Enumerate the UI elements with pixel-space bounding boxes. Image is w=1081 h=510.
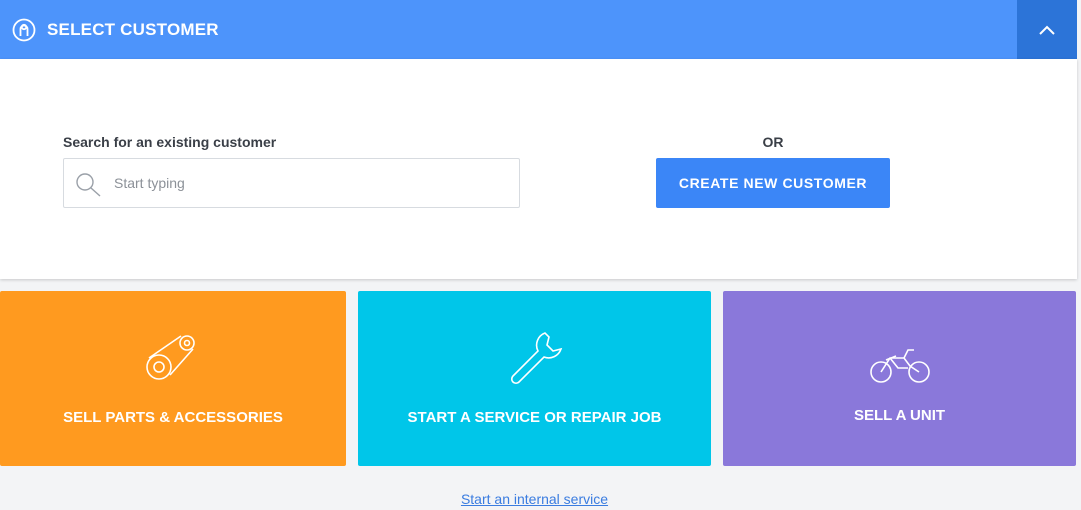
tile-label: SELL PARTS & ACCESSORIES	[63, 409, 283, 426]
create-new-customer-button[interactable]: CREATE NEW CUSTOMER	[656, 158, 890, 208]
or-label: OR	[762, 134, 784, 150]
customer-panel: Search for an existing customer OR CREAT…	[0, 59, 1077, 279]
tile-label: SELL A UNIT	[853, 407, 946, 424]
search-box[interactable]	[63, 158, 520, 208]
collapse-button[interactable]	[1017, 0, 1077, 59]
wrench-icon	[510, 332, 562, 385]
search-label: Search for an existing customer	[63, 134, 277, 150]
sell-parts-tile[interactable]: SELL PARTS & ACCESSORIES	[0, 291, 346, 466]
customer-icon	[12, 18, 36, 42]
search-input[interactable]	[114, 159, 514, 207]
select-customer-header: SELECT CUSTOMER	[0, 0, 1077, 59]
page-title: SELECT CUSTOMER	[47, 20, 219, 39]
tile-label: START A SERVICE OR REPAIR JOB	[407, 409, 662, 426]
start-service-tile[interactable]: START A SERVICE OR REPAIR JOB	[358, 291, 711, 466]
start-internal-service-link[interactable]: Start an internal service	[0, 491, 1069, 507]
motorcycle-icon	[869, 349, 930, 383]
sell-unit-tile[interactable]: SELL A UNIT	[723, 291, 1076, 466]
search-icon	[76, 173, 101, 197]
chevron-up-icon	[1039, 25, 1055, 35]
chain-sprocket-icon	[146, 335, 195, 380]
